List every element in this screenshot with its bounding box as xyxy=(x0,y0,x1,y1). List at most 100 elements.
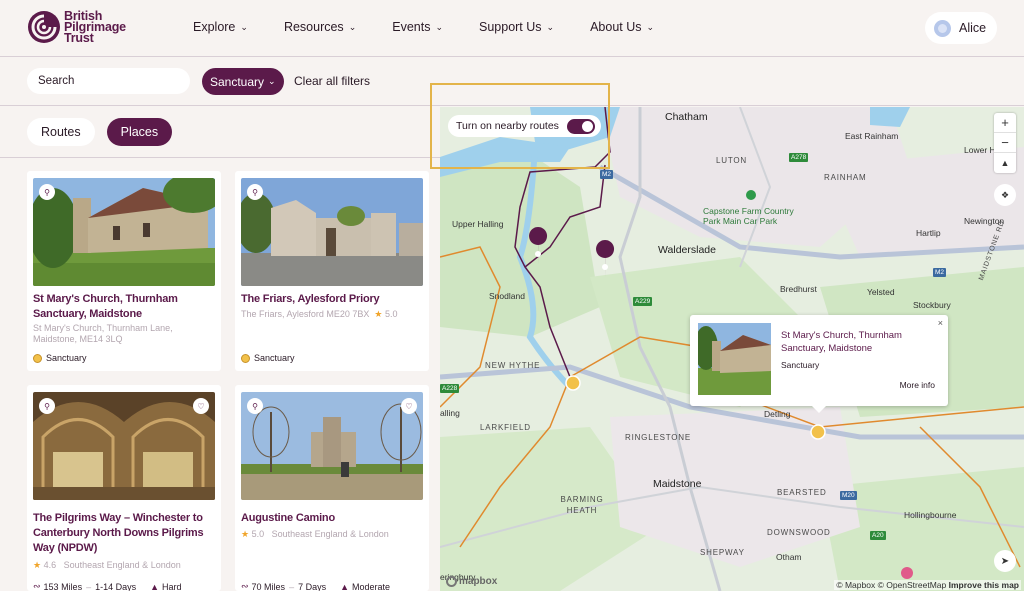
chevron-down-icon: ⌄ xyxy=(646,21,655,32)
map-label: alling xyxy=(440,408,460,418)
map-label: Capstone Farm Country Park Main Car Park xyxy=(703,206,794,226)
card-image: ⚲ xyxy=(241,178,423,286)
map-view[interactable]: Chatham LUTON RAINHAM East Rainham Lower… xyxy=(440,107,1024,591)
chevron-down-icon: ⌄ xyxy=(348,21,357,32)
route-meta: ∾ 153 Miles –1-14 Days ▲ Hard xyxy=(33,581,182,591)
logo[interactable]: British Pilgrimage Trust xyxy=(27,8,126,45)
star-icon: ★ xyxy=(241,529,250,539)
route-card[interactable]: ⚲ ♡ The Pilgrims Way – Winchester to Can… xyxy=(27,385,221,591)
zoom-in-button[interactable]: + xyxy=(994,113,1016,133)
view-toggle: Routes Places xyxy=(27,118,184,146)
close-icon[interactable]: × xyxy=(938,318,943,328)
star-icon: ★ xyxy=(33,560,42,570)
route-card[interactable]: ⚲ ♡ Augustine Camino ★ 5.0 Southeast Eng… xyxy=(235,385,429,591)
place-card[interactable]: ⚲ St Mary's Church, Thurnham Sanctuary, … xyxy=(27,171,221,371)
route-icon: ∾ xyxy=(33,581,41,591)
map-label: BARMING HEATH xyxy=(560,495,604,515)
map-label: Stockbury xyxy=(913,300,951,310)
map-attribution: © Mapbox © OpenStreetMap Improve this ma… xyxy=(834,580,1021,590)
road-badge: M2 xyxy=(600,170,614,179)
map-pin-icon[interactable]: ⚲ xyxy=(39,184,55,200)
map-label: Otham xyxy=(776,552,802,562)
road-badge: A228 xyxy=(440,384,460,393)
nav-resources[interactable]: Resources ⌄ xyxy=(284,20,356,34)
filter-bar: Sanctuary⌄ Clear all filters xyxy=(0,57,1024,106)
sanctuary-filter-chip[interactable]: Sanctuary ⌄ xyxy=(202,68,284,95)
card-title[interactable]: Augustine Camino xyxy=(241,511,423,526)
card-tag: Sanctuary xyxy=(33,353,87,363)
logo-wordmark: British Pilgrimage Trust xyxy=(64,8,126,45)
nav-events[interactable]: Events ⌄ xyxy=(392,20,443,34)
map-label: Lower H xyxy=(964,145,996,155)
compass-reset-button[interactable]: ▲ xyxy=(994,153,1016,173)
mapbox-credit-link[interactable]: © Mapbox xyxy=(836,580,875,590)
map-label: Detling xyxy=(764,409,791,419)
card-image: ⚲ ♡ xyxy=(33,392,215,500)
results-panel: Routes Places ⚲ St Mary's Church, Thurnh… xyxy=(0,107,440,591)
card-title[interactable]: St Mary's Church, Thurnham Sanctuary, Ma… xyxy=(33,292,215,322)
map-label: Snodland xyxy=(489,291,525,301)
clear-filters-link[interactable]: Clear all filters xyxy=(294,74,370,88)
nav-explore[interactable]: Explore ⌄ xyxy=(193,20,248,34)
improve-map-link[interactable]: Improve this map xyxy=(949,580,1019,590)
locate-icon[interactable]: ➤ xyxy=(994,550,1016,572)
heart-icon[interactable]: ♡ xyxy=(193,398,209,414)
logo-spiral-icon xyxy=(28,11,60,43)
place-popup[interactable]: St Mary's Church, Thurnham Sanctuary, Ma… xyxy=(690,315,948,413)
user-menu-button[interactable]: Alice xyxy=(925,12,997,44)
fullscreen-icon[interactable]: ❖ xyxy=(994,184,1016,206)
map-label: LUTON xyxy=(716,156,747,165)
map-label: RINGLESTONE xyxy=(625,433,691,442)
chevron-down-icon: ⌄ xyxy=(268,76,276,86)
map-label: Walderslade xyxy=(658,244,716,256)
user-name: Alice xyxy=(959,21,987,35)
map-label: Maidstone xyxy=(653,478,702,490)
toggle-switch[interactable] xyxy=(566,118,595,134)
search-input[interactable] xyxy=(27,68,190,94)
zoom-out-button[interactable]: − xyxy=(994,133,1016,153)
places-tab[interactable]: Places xyxy=(106,118,173,146)
map-pin-icon[interactable]: ⚲ xyxy=(247,184,263,200)
more-info-link[interactable]: More info xyxy=(900,380,935,390)
map-label: DOWNSWOOD xyxy=(767,528,831,537)
difficulty-icon: ▲ xyxy=(340,581,350,591)
map-label: BEARSTED xyxy=(777,488,827,497)
heart-icon[interactable]: ♡ xyxy=(401,398,417,414)
popup-title[interactable]: St Mary's Church, Thurnham Sanctuary, Ma… xyxy=(781,329,931,355)
popup-image xyxy=(698,323,771,395)
map-label: NEW HYTHE xyxy=(485,361,541,370)
chevron-down-icon: ⌄ xyxy=(435,21,443,32)
card-image: ⚲ xyxy=(33,178,215,286)
mapbox-logo[interactable]: mapbox xyxy=(446,576,497,587)
osm-credit-link[interactable]: © OpenStreetMap xyxy=(878,580,947,590)
mapbox-logo-icon xyxy=(446,576,457,587)
card-image: ⚲ ♡ xyxy=(241,392,423,500)
card-title[interactable]: The Friars, Aylesford Priory xyxy=(241,292,423,307)
difficulty-icon: ▲ xyxy=(150,581,160,591)
map-label: LARKFIELD xyxy=(480,423,531,432)
road-badge: A278 xyxy=(789,153,809,162)
map-zoom-controls: + − ▲ xyxy=(994,113,1016,173)
routes-tab[interactable]: Routes xyxy=(27,118,95,146)
card-address: St Mary's Church, Thurnham Lane, Maidsto… xyxy=(33,323,173,344)
road-badge: A229 xyxy=(633,297,653,306)
map-label: Bredhurst xyxy=(780,284,817,294)
map-pin-icon[interactable]: ⚲ xyxy=(247,398,263,414)
card-rating-region: ★ 5.0 Southeast England & London xyxy=(241,529,389,539)
main-nav: Explore ⌄ Resources ⌄ Events ⌄ Support Us ⌄ … xyxy=(193,20,690,34)
map-label: Yelsted xyxy=(867,287,895,297)
nearby-routes-toggle[interactable]: Turn on nearby routes xyxy=(448,115,601,137)
road-badge: M20 xyxy=(840,491,857,500)
nav-support-us[interactable]: Support Us ⌄ xyxy=(479,20,554,34)
chevron-down-icon: ⌄ xyxy=(546,21,555,32)
card-title[interactable]: The Pilgrims Way – Winchester to Canterb… xyxy=(33,511,215,556)
place-card[interactable]: ⚲ The Friars, Aylesford Priory The Friar… xyxy=(235,171,429,371)
map-label: RAINHAM xyxy=(824,173,867,182)
map-label: Hartlip xyxy=(916,228,941,238)
sanctuary-icon xyxy=(33,353,42,363)
map-pin-icon[interactable]: ⚲ xyxy=(39,398,55,414)
road-badge: A20 xyxy=(870,531,886,540)
nav-about-us[interactable]: About Us ⌄ xyxy=(590,20,654,34)
card-tag: Sanctuary xyxy=(241,353,295,363)
card-rating-region: ★ 4.6 Southeast England & London xyxy=(33,560,181,570)
